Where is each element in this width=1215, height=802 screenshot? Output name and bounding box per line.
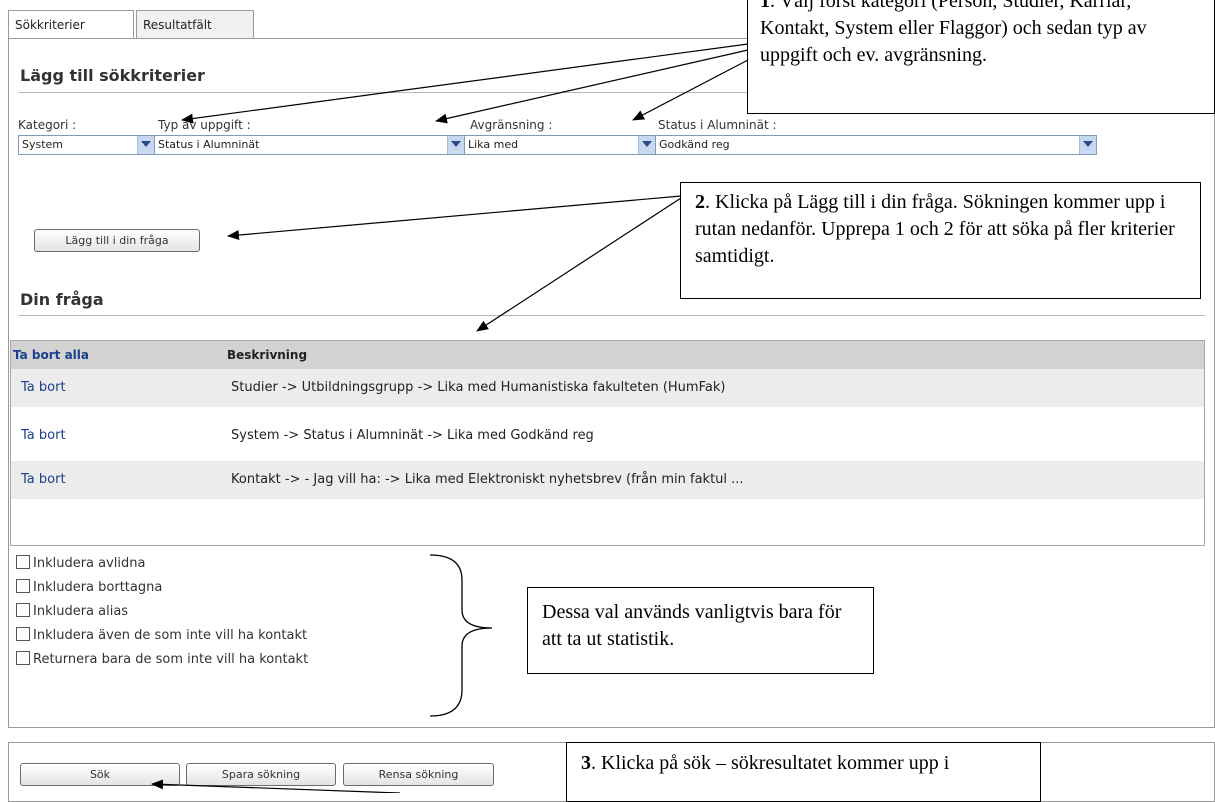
annotation-arrows	[151, 43, 749, 793]
